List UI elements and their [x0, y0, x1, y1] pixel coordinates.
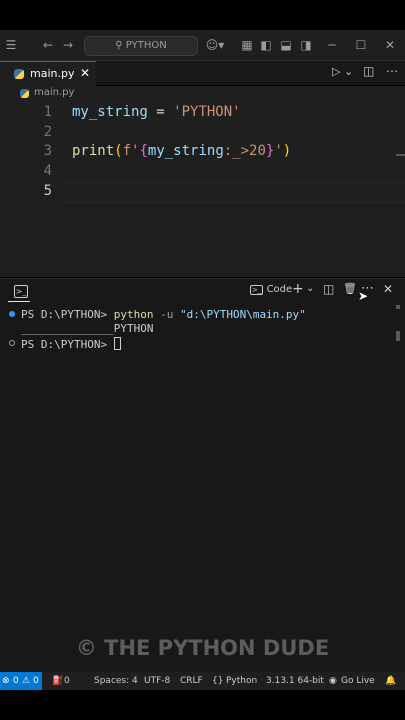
warnings-count: 0	[33, 676, 39, 686]
paren-open: (	[114, 143, 123, 159]
watermark: © THE PYTHON DUDE	[75, 636, 330, 660]
code-editor[interactable]: 1 2 3 4 5 my_string = 'PYTHON' print(f'{…	[0, 102, 405, 277]
string-token: 'PYTHON'	[173, 104, 241, 120]
more-actions-icon[interactable]: ⋯	[386, 64, 398, 78]
close-tab-icon[interactable]: ✕	[80, 66, 90, 80]
braces-icon: {}	[212, 676, 224, 686]
code-line-3: print(f'{my_string:_>20}')	[72, 143, 291, 159]
mouse-cursor-icon: ➤	[358, 289, 369, 303]
line-number: 5	[43, 183, 52, 199]
indentation-status[interactable]: Spaces: 4	[94, 672, 138, 690]
brace-open: {	[139, 143, 148, 159]
remote-indicator[interactable]: ⊗ 0 ⚠ 0	[0, 672, 42, 690]
terminal-line-1: PS D:\PYTHON> python -u "d:\PYTHON\main.…	[21, 308, 306, 321]
interpreter-version[interactable]: 3.13.1 64-bit	[266, 672, 324, 690]
broadcast-icon: ◉	[329, 676, 337, 686]
terminal-output: ______________PYTHON	[21, 322, 154, 335]
ports-icon[interactable]: ⛽	[52, 672, 63, 690]
split-terminal-icon[interactable]: ◫	[323, 282, 334, 296]
encoding-status[interactable]: UTF-8	[144, 672, 170, 690]
python-file-icon	[14, 69, 24, 79]
terminal-panel: >_ >_ Code + ⌄ ◫ 🗑 ⋯ ✕ ➤ PS D:\PYTHON> p…	[0, 278, 405, 673]
paren-close: )	[282, 143, 292, 159]
back-arrow-icon[interactable]: ←	[40, 30, 56, 60]
tab-label: main.py	[30, 67, 75, 80]
function-token: print	[72, 143, 115, 159]
line-number: 4	[43, 163, 52, 179]
warning-icon: ⚠	[22, 676, 31, 686]
search-text: PYTHON	[125, 40, 167, 51]
command-status-dot	[9, 311, 15, 317]
format-spec: :_>20	[223, 143, 266, 159]
line-number: 2	[43, 124, 52, 140]
variable-token: my_string	[72, 104, 148, 120]
terminal-small-icon: >_	[250, 285, 264, 295]
close-window-icon[interactable]: ✕	[383, 30, 397, 60]
eol-status[interactable]: CRLF	[180, 672, 203, 690]
line-number: 1	[43, 104, 52, 120]
active-terminal-indicator	[8, 301, 30, 302]
breadcrumb-file[interactable]: main.py	[34, 87, 74, 98]
code-line-1: my_string = 'PYTHON'	[72, 104, 241, 120]
title-bar: ☰ ← → ⚲ PYTHON ☺▾ ▦ ◧ ⬓ ◨ ─ ☐ ✕	[0, 30, 405, 61]
toggle-secondary-sidebar-icon[interactable]: ◨	[299, 30, 313, 60]
command-center-search[interactable]: ⚲ PYTHON	[84, 36, 198, 56]
operator-token: =	[147, 104, 174, 120]
customize-layout-icon[interactable]: ▦	[240, 30, 254, 60]
variable-token: my_string	[147, 143, 224, 159]
terminal-icon[interactable]: >_	[14, 285, 28, 298]
scrollbar-marker	[396, 305, 400, 309]
launch-profile-label: Code	[266, 284, 293, 295]
go-live-button[interactable]: Go Live	[341, 672, 375, 690]
minimize-icon[interactable]: ─	[325, 30, 339, 60]
tab-main-py[interactable]: main.py ✕	[0, 61, 96, 86]
search-icon: ⚲	[115, 40, 123, 51]
run-python-file-icon[interactable]: ▷ ⌄	[332, 65, 353, 78]
minimap-indicator	[396, 154, 405, 156]
language-mode[interactable]: Python	[226, 672, 257, 690]
command-status-dot	[9, 340, 15, 346]
tab-bar: main.py ✕ ▷ ⌄ ◫ ⋯	[0, 61, 405, 86]
new-terminal-icon[interactable]: +	[292, 281, 304, 297]
split-editor-icon[interactable]: ◫	[363, 64, 374, 78]
copilot-icon[interactable]: ☺▾	[203, 30, 227, 60]
terminal-prompt: PS D:\PYTHON>	[21, 308, 114, 321]
notifications-bell-icon[interactable]: 🔔	[385, 672, 396, 690]
maximize-icon[interactable]: ☐	[354, 30, 368, 60]
terminal-command: python	[113, 308, 154, 321]
fstring-prefix: f'	[122, 143, 140, 159]
scrollbar-marker	[396, 331, 400, 341]
menu-icon[interactable]: ☰	[2, 30, 20, 60]
forward-arrow-icon[interactable]: →	[60, 30, 76, 60]
trash-icon[interactable]: 🗑	[343, 282, 357, 295]
error-icon: ⊗	[2, 676, 10, 686]
ports-count[interactable]: 0	[64, 672, 70, 690]
toggle-primary-sidebar-icon[interactable]: ◧	[259, 30, 273, 60]
terminal-cursor	[113, 337, 121, 350]
terminal-line-3: PS D:\PYTHON>	[21, 337, 121, 351]
terminal-prompt: PS D:\PYTHON>	[21, 338, 114, 351]
line-number: 3	[43, 143, 52, 159]
close-panel-icon[interactable]: ✕	[383, 282, 393, 296]
status-bar: ⊗ 0 ⚠ 0 ⛽ 0 Spaces: 4 UTF-8 CRLF {} Pyth…	[0, 672, 405, 690]
errors-count: 0	[13, 676, 19, 686]
fstring-quote: '	[274, 143, 283, 159]
breadcrumb: main.py	[0, 86, 405, 102]
terminal-flag: -u	[153, 308, 180, 321]
terminal-path: "d:\PYTHON\main.py"	[179, 308, 306, 321]
python-file-icon	[20, 89, 29, 98]
toggle-panel-icon[interactable]: ⬓	[279, 30, 293, 60]
chevron-down-icon[interactable]: ⌄	[306, 283, 314, 294]
launch-profile-button[interactable]: >_ Code	[250, 284, 292, 295]
current-line-highlight	[64, 182, 405, 203]
